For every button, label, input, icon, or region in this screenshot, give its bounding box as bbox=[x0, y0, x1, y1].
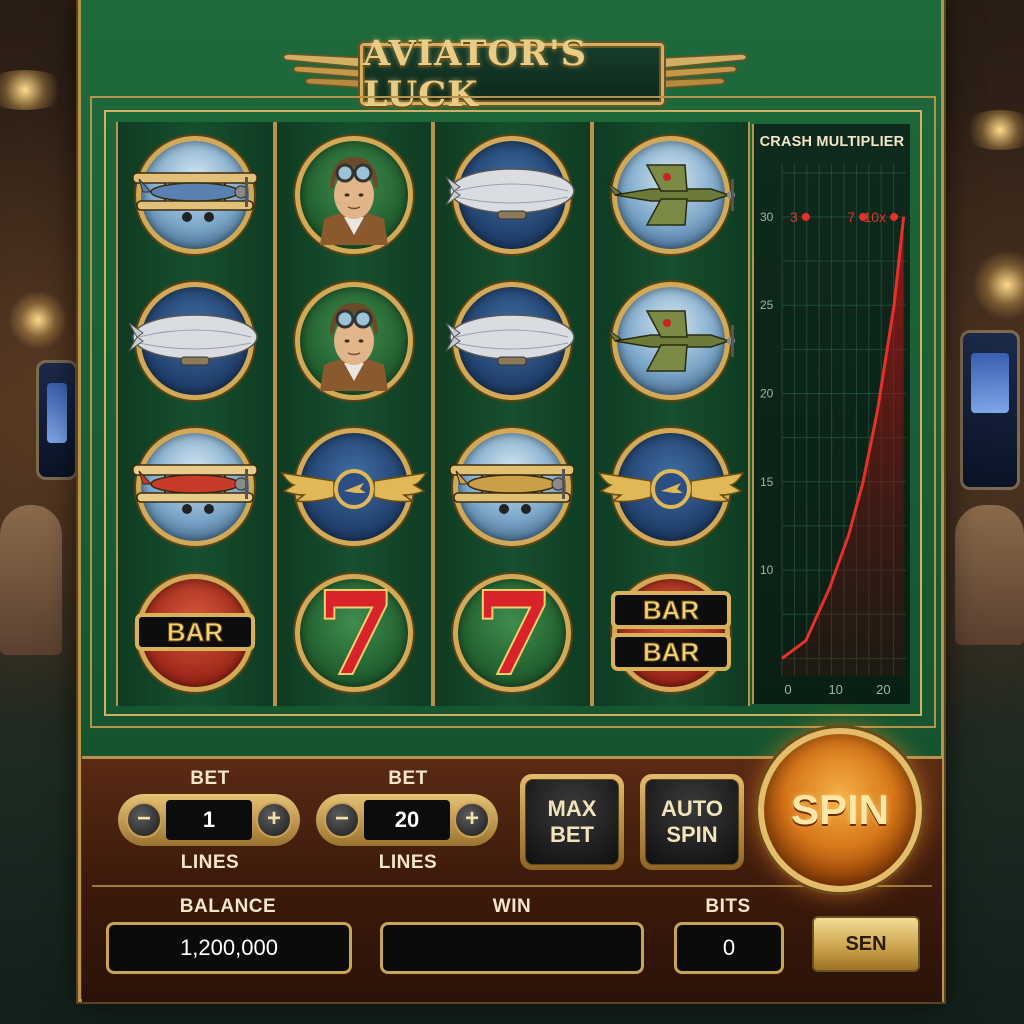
ceiling-light bbox=[960, 110, 1024, 150]
bar-single-icon: BAR bbox=[135, 574, 256, 692]
spin-label: SPIN bbox=[790, 786, 890, 833]
y-tick-label: 30 bbox=[760, 210, 774, 224]
send-button[interactable]: SEN bbox=[812, 916, 920, 972]
lines-value: 1 bbox=[166, 800, 252, 840]
pilot-icon bbox=[294, 282, 413, 400]
zeppelin-icon bbox=[128, 282, 258, 400]
win-field bbox=[380, 922, 644, 974]
bits-label: BITS bbox=[705, 896, 751, 917]
max-bet-button[interactable]: MAX BET bbox=[520, 774, 624, 870]
lines-label: LINES bbox=[378, 852, 438, 873]
curve-point-label: 7 bbox=[847, 209, 855, 225]
win-label: WIN bbox=[492, 896, 532, 917]
lines-label: LINES bbox=[180, 852, 240, 873]
curve-point-label: 10x bbox=[863, 209, 886, 225]
background-chair bbox=[0, 505, 62, 655]
bar-double-icon: BAR BAR bbox=[610, 574, 731, 692]
fighter-plane-icon bbox=[606, 282, 735, 400]
reel-1: BAR bbox=[116, 122, 275, 706]
curve-point-label: 3 bbox=[790, 209, 798, 225]
bet-minus-button[interactable]: − bbox=[324, 802, 360, 838]
fighter-plane-icon bbox=[606, 136, 735, 254]
wall-lamp bbox=[8, 290, 68, 350]
zeppelin-icon bbox=[445, 282, 575, 400]
curve-point bbox=[801, 212, 810, 221]
biplane-red-icon bbox=[132, 428, 258, 546]
background-slot-machine bbox=[36, 360, 78, 480]
chart-plot: 1015202530010203710x25x bbox=[760, 164, 906, 697]
wall-lamp bbox=[972, 250, 1024, 320]
bet-value: 20 bbox=[364, 800, 450, 840]
y-tick-label: 20 bbox=[760, 387, 774, 401]
x-tick-label: 20 bbox=[876, 682, 890, 697]
background-chair bbox=[955, 505, 1024, 645]
curve-point bbox=[890, 212, 899, 221]
auto-spin-button[interactable]: AUTO SPIN bbox=[640, 774, 744, 870]
chart-title: CRASH MULTIPLIER bbox=[759, 134, 905, 150]
curve-area bbox=[782, 216, 904, 676]
auto-spin-line2: SPIN bbox=[666, 822, 718, 847]
wings-emblem-icon bbox=[280, 428, 428, 546]
lines-minus-button[interactable]: − bbox=[126, 802, 162, 838]
svg-text:7: 7 bbox=[317, 569, 395, 700]
x-tick-label: 0 bbox=[784, 682, 791, 697]
max-bet-line1: MAX bbox=[547, 796, 597, 821]
y-tick-label: 25 bbox=[760, 298, 774, 312]
reel-3: 7 bbox=[433, 122, 592, 706]
panel-divider bbox=[92, 885, 932, 887]
biplane-gold-icon bbox=[449, 428, 575, 546]
auto-spin-line1: AUTO bbox=[661, 796, 723, 821]
y-tick-label: 15 bbox=[760, 475, 774, 489]
zeppelin-icon bbox=[445, 136, 575, 254]
bet-label: BET bbox=[388, 768, 428, 789]
left-wing-ornament bbox=[282, 53, 368, 89]
bet-label: BET bbox=[190, 768, 230, 789]
bet-stepper: − 20 + bbox=[316, 794, 498, 846]
lines-plus-button[interactable]: + bbox=[256, 802, 292, 838]
background-slot-machine bbox=[960, 330, 1020, 490]
crash-multiplier-chart: 1015202530010203710x25x CRASH MULTIPLIER bbox=[752, 124, 910, 704]
balance-field: 1,200,000 bbox=[106, 922, 352, 974]
lines-stepper: − 1 + bbox=[118, 794, 300, 846]
spin-button[interactable]: SPIN bbox=[758, 728, 922, 892]
wings-emblem-icon bbox=[597, 428, 745, 546]
reel-2: 7 bbox=[274, 122, 433, 706]
right-wing-ornament bbox=[662, 53, 748, 89]
max-bet-line2: BET bbox=[549, 822, 594, 847]
reel-4: BAR BAR bbox=[591, 122, 750, 706]
y-tick-label: 10 bbox=[760, 563, 774, 577]
svg-text:BAR: BAR bbox=[643, 637, 700, 667]
x-tick-label: 10 bbox=[828, 682, 842, 697]
seven-icon: 7 bbox=[453, 567, 572, 702]
ceiling-light bbox=[0, 70, 70, 110]
reel-grid: BAR 7 7 BAR BAR bbox=[116, 122, 750, 706]
pilot-icon bbox=[294, 136, 413, 254]
svg-text:7: 7 bbox=[475, 569, 553, 700]
biplane-blue-icon bbox=[132, 136, 258, 254]
balance-label: BALANCE bbox=[179, 896, 277, 917]
bet-plus-button[interactable]: + bbox=[454, 802, 490, 838]
svg-text:BAR: BAR bbox=[643, 595, 700, 625]
bits-field: 0 bbox=[674, 922, 784, 974]
svg-text:BAR: BAR bbox=[167, 617, 224, 647]
seven-icon: 7 bbox=[294, 567, 413, 702]
